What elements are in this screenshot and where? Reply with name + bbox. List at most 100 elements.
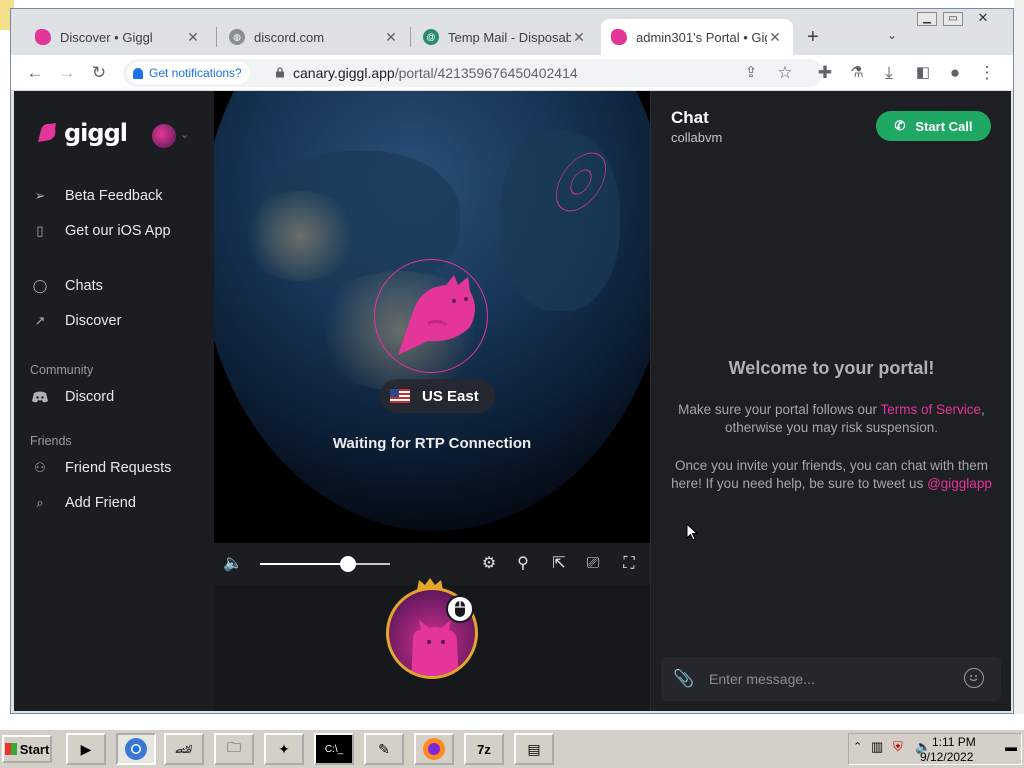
volume-icon[interactable]: 🔈 <box>222 553 244 575</box>
chat-subtitle: collabvm <box>671 130 723 145</box>
giggl-logo-icon <box>38 123 56 142</box>
menu-kebab-icon[interactable]: ⋮ <box>977 63 997 83</box>
portal-stage[interactable]: US East Waiting for RTP Connection <box>214 91 650 543</box>
chrome-icon[interactable] <box>116 733 156 765</box>
volume-fill <box>260 563 349 565</box>
folder-icon[interactable]: 🗀 <box>214 733 254 765</box>
tab-separator <box>216 27 217 47</box>
labs-flask-icon[interactable]: ⚗ <box>847 63 867 83</box>
clock-date[interactable]: 9/12/2022 <box>920 750 973 764</box>
sidebar-item-chats[interactable]: ◯ Chats <box>32 274 103 298</box>
bell-icon <box>133 67 143 79</box>
chevron-down-icon[interactable]: ⌄ <box>180 128 189 141</box>
mouse-control-icon <box>446 595 474 623</box>
notepad-icon[interactable]: ✎ <box>364 733 404 765</box>
chevron-down-icon[interactable]: ⌄ <box>887 28 897 42</box>
maximize-button[interactable]: ▭ <box>943 12 963 26</box>
reload-icon[interactable]: ↻ <box>89 63 109 83</box>
close-icon[interactable]: ✕ <box>767 29 783 46</box>
network-tool-icon[interactable]: ✦ <box>264 733 304 765</box>
start-button[interactable]: Start <box>2 735 52 763</box>
gear-icon[interactable]: ⚙ <box>478 553 500 575</box>
sidebar-item-friend-requests[interactable]: ⚇ Friend Requests <box>32 456 171 480</box>
us-flag-icon <box>390 389 410 403</box>
sidebar-item-discover[interactable]: ↗ Discover <box>32 309 122 333</box>
forward-icon[interactable]: → <box>57 63 77 83</box>
minimize-button[interactable]: ▁ <box>917 12 937 26</box>
tab-admin-portal[interactable]: admin301's Portal • Gig ✕ <box>601 19 793 55</box>
sidebar-item-label: Discord <box>65 389 115 405</box>
message-composer: 📎 <box>661 657 1001 701</box>
search-icon: ⌕ <box>36 495 44 510</box>
volume-slider[interactable] <box>260 563 390 565</box>
lock-icon[interactable] <box>275 67 285 78</box>
media-player-icon[interactable]: ▶ <box>66 733 106 765</box>
external-link-icon[interactable]: ⇱ <box>548 553 570 575</box>
send-icon: ➢ <box>34 188 46 203</box>
message-input[interactable] <box>709 667 959 691</box>
tab-discord[interactable]: ◍ discord.com ✕ <box>219 19 409 55</box>
windows-logo-icon <box>4 743 17 755</box>
clock-time[interactable]: 1:11 PM <box>932 735 976 749</box>
close-icon[interactable]: ✕ <box>185 29 201 46</box>
emoji-icon[interactable] <box>964 668 984 688</box>
globe-icon: ◍ <box>229 29 245 45</box>
bookmark-star-icon[interactable]: ☆ <box>775 63 795 83</box>
sidebar-item-label: Get our iOS App <box>65 223 171 239</box>
new-tab-icon[interactable]: + <box>807 26 819 49</box>
profile-icon[interactable]: ● <box>945 63 965 83</box>
share-icon[interactable]: ⇪ <box>741 63 761 83</box>
tray-expand-icon[interactable]: ⌃ <box>853 740 862 753</box>
sidebar-item-add-friend[interactable]: ⌕ Add Friend <box>32 491 136 515</box>
region-badge: US East <box>380 379 495 413</box>
chat-title: Chat <box>671 108 709 127</box>
sidebar-item-beta-feedback[interactable]: ➢ Beta Feedback <box>32 184 163 208</box>
volume-slider-thumb[interactable] <box>340 556 357 572</box>
tab-temp-mail[interactable]: @ Temp Mail - Disposable ✕ <box>413 19 597 55</box>
terms-of-service-link[interactable]: Terms of Service <box>881 402 982 417</box>
phone-call-icon: ✆ <box>894 118 906 133</box>
url-text[interactable]: canary.giggl.app/portal/4213596764504024… <box>293 65 578 81</box>
tempmail-icon: @ <box>423 29 439 45</box>
giggl-page: giggl ⌄ ➢ Beta Feedback ▯ Get our iOS Ap… <box>14 91 1011 711</box>
giggl-icon <box>611 29 627 45</box>
security-tray-icon[interactable]: ⛨ <box>893 739 903 755</box>
system-monitor-icon[interactable]: ▤ <box>514 733 554 765</box>
invite-notice: Once you invite your friends, you can ch… <box>661 457 1002 493</box>
side-panel-icon[interactable]: ◧ <box>913 63 933 83</box>
region-label: US East <box>422 387 479 405</box>
tos-notice: Make sure your portal follows our Terms … <box>661 401 1002 437</box>
paperclip-icon[interactable]: 📎 <box>673 669 694 689</box>
connection-status: Waiting for RTP Connection <box>332 435 532 452</box>
command-prompt-icon[interactable]: C:\_ <box>314 733 354 765</box>
extensions-icon[interactable]: ✚ <box>815 63 835 83</box>
close-window-button[interactable]: ✕ <box>973 11 993 26</box>
notifications-chip[interactable]: Get notifications? <box>127 62 250 84</box>
fullscreen-icon[interactable]: ⛶ <box>618 553 640 575</box>
taskbar: Start ▶ 🏎 🗀 ✦ C:\_ ✎ 7z ▤ ⌃ ▥ ⛨ 🔈 ▬ 1:11… <box>0 728 1024 768</box>
satellite-inner <box>566 165 596 199</box>
firefox-icon[interactable] <box>414 733 454 765</box>
tv-icon[interactable]: ⎚ <box>582 553 604 575</box>
sidebar-item-ios-app[interactable]: ▯ Get our iOS App <box>32 219 171 243</box>
desktop-tray-icon[interactable]: ▬ <box>1005 740 1017 754</box>
back-icon[interactable]: ← <box>25 63 45 83</box>
twitter-link[interactable]: @gigglapp <box>927 476 992 491</box>
sidebar-item-discord[interactable]: Discord <box>32 385 114 409</box>
close-icon[interactable]: ✕ <box>383 29 399 46</box>
community-heading: Community <box>30 363 94 377</box>
city-lights <box>240 191 360 281</box>
avatar[interactable] <box>152 124 176 148</box>
game-icon[interactable]: 🏎 <box>164 733 204 765</box>
download-icon[interactable]: ⤓ <box>879 63 899 83</box>
desktop-edge <box>1014 0 1024 714</box>
add-user-icon[interactable]: ⚲ <box>512 553 534 575</box>
sidebar-item-label: Friend Requests <box>65 460 172 476</box>
start-call-button[interactable]: ✆ Start Call <box>876 111 991 141</box>
giggl-logo[interactable]: giggl <box>34 119 128 147</box>
address-bar[interactable]: Get notifications? canary.giggl.app/port… <box>123 59 823 87</box>
network-tray-icon[interactable]: ▥ <box>871 739 883 755</box>
7zip-icon[interactable]: 7z <box>464 733 504 765</box>
close-icon[interactable]: ✕ <box>571 29 587 46</box>
tab-discover-giggl[interactable]: Discover • Giggl ✕ <box>25 19 211 55</box>
